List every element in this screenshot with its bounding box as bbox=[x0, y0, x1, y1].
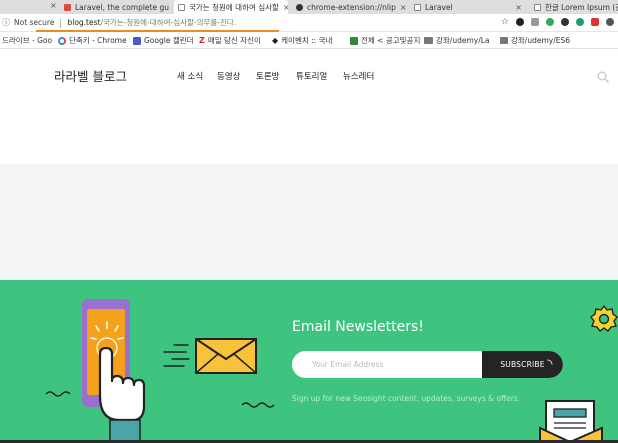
bookmark-label: 강좌/udemy/La bbox=[436, 36, 490, 45]
extension-icon bbox=[296, 3, 303, 11]
extension-shield-icon[interactable] bbox=[591, 18, 599, 26]
tab-korean-lorem[interactable]: 한글 Lorem Ipsum (간사 bbox=[530, 0, 618, 14]
search-icon[interactable] bbox=[597, 71, 609, 83]
site-logo[interactable]: 라라벨 블로그 bbox=[54, 66, 127, 85]
url-host: blog.test bbox=[67, 18, 101, 27]
bookmark-label: 케이벤치 :: 국내 bbox=[281, 36, 333, 45]
tab-close-prev[interactable]: × bbox=[50, 1, 57, 10]
squiggle-decoration bbox=[241, 402, 275, 408]
tab-laravel[interactable]: Laravel × bbox=[410, 0, 526, 14]
folder-icon bbox=[500, 37, 508, 44]
star-icon[interactable]: ☆ bbox=[501, 17, 509, 27]
bookmark-notices[interactable]: 전체 < 공고및공지 bbox=[350, 32, 420, 49]
bookmark-label: 전체 < 공고및공지 bbox=[361, 36, 420, 45]
tab-label: chrome-extension://nlip bbox=[307, 2, 396, 12]
extension-dark-icon[interactable] bbox=[516, 18, 524, 26]
flying-envelope-illustration bbox=[163, 338, 257, 374]
email-input[interactable] bbox=[292, 351, 482, 378]
z-icon: Z bbox=[199, 36, 205, 45]
extension-teal-icon[interactable] bbox=[576, 18, 584, 26]
laravel-icon bbox=[64, 3, 71, 11]
newsletter-title: Email Newsletters! bbox=[292, 319, 424, 335]
bookmark-folder-udemy-laravel[interactable]: 강좌/udemy/La bbox=[424, 32, 494, 49]
bookmark-label: 드라이브 - Goo bbox=[2, 36, 52, 45]
page-icon bbox=[534, 3, 541, 11]
info-icon[interactable]: ⓘ bbox=[2, 17, 10, 28]
bookmark-label: 매일 당신 자신이 bbox=[207, 36, 261, 45]
newsletter-form: SUBSCRIBE bbox=[292, 351, 563, 378]
page-icon bbox=[414, 3, 421, 11]
bookmark-calendar[interactable]: Google 캘린더 bbox=[133, 32, 195, 49]
tab-laravel-course[interactable]: Laravel, the complete gu × bbox=[60, 0, 172, 14]
gear-icon bbox=[590, 304, 618, 332]
page-icon bbox=[178, 3, 185, 11]
bookmark-label: Google 캘린더 bbox=[144, 36, 194, 45]
calendar-icon bbox=[133, 36, 141, 45]
address-separator bbox=[60, 17, 62, 28]
toolbar-actions: ☆ bbox=[501, 17, 614, 27]
nav-item-newsletter[interactable]: 뉴스레터 bbox=[343, 70, 374, 82]
newsletter-section: Email Newsletters! SUBSCRIBE Sign up for… bbox=[0, 280, 618, 443]
bookmark-drive[interactable]: 드라이브 - Goo bbox=[2, 32, 52, 49]
kbench-icon: ◆ bbox=[272, 36, 279, 45]
bookmark-kbench[interactable]: ◆ 케이벤치 :: 국내 bbox=[272, 32, 346, 49]
phone-tap-illustration bbox=[45, 299, 146, 443]
tab-close-icon[interactable]: × bbox=[283, 3, 288, 12]
bookmark-label: 강좌/udemy/ES6 bbox=[511, 36, 570, 45]
bookmark-shortcuts[interactable]: 단축키 - Chrome bbox=[58, 32, 128, 49]
folder-icon bbox=[424, 37, 433, 44]
newsletter-subtext: Sign up for new Seosight content, update… bbox=[292, 394, 521, 403]
tab-current-post[interactable]: 국가는 청원에 대하여 심사할 × bbox=[174, 0, 288, 14]
tab-label: 한글 Lorem Ipsum (간사 bbox=[545, 2, 618, 12]
nav-item-forum[interactable]: 토론방 bbox=[256, 70, 279, 82]
bookmark-daily[interactable]: Z 매일 당신 자신이 bbox=[199, 32, 267, 49]
news-icon bbox=[350, 36, 358, 45]
tab-close-icon[interactable]: × bbox=[515, 3, 522, 12]
content-area bbox=[0, 164, 618, 280]
bookmarks-bar: 드라이브 - Goo 단축키 - Chrome Google 캘린더 Z 매일 … bbox=[0, 32, 618, 49]
nav-item-news[interactable]: 새 소식 bbox=[177, 70, 203, 82]
extension-cloud-icon[interactable] bbox=[561, 18, 569, 26]
security-label: Not secure bbox=[14, 18, 55, 27]
extension-gray-icon[interactable] bbox=[531, 18, 539, 26]
subscribe-button[interactable]: SUBSCRIBE bbox=[482, 351, 563, 378]
extension-green-icon[interactable] bbox=[546, 18, 554, 26]
spinner-icon bbox=[547, 359, 553, 365]
tab-label: Laravel bbox=[425, 2, 453, 12]
bookmark-label: 단축키 - Chrome bbox=[69, 36, 127, 45]
mail-document-illustration bbox=[539, 400, 603, 443]
tab-chrome-extension[interactable]: chrome-extension://nlip × bbox=[292, 0, 408, 14]
browser-tab-strip: × Laravel, the complete gu × 국가는 청원에 대하여… bbox=[0, 0, 618, 14]
tab-label: Laravel, the complete gu bbox=[75, 2, 169, 12]
tab-close-icon[interactable]: × bbox=[400, 3, 407, 12]
google-icon bbox=[58, 36, 66, 45]
subscribe-button-label: SUBSCRIBE bbox=[500, 360, 545, 369]
bookmark-folder-udemy-es6[interactable]: 강좌/udemy/ES6 bbox=[500, 32, 570, 49]
nav-item-videos[interactable]: 동영상 bbox=[217, 70, 240, 82]
url-path: /국가는-청원에-대하여-심사할-의무를-진다. bbox=[100, 18, 237, 27]
tab-label: 국가는 청원에 대하여 심사할 bbox=[189, 2, 279, 12]
profile-icon[interactable] bbox=[606, 18, 614, 26]
nav-item-tutorials[interactable]: 튜토리얼 bbox=[296, 70, 327, 82]
